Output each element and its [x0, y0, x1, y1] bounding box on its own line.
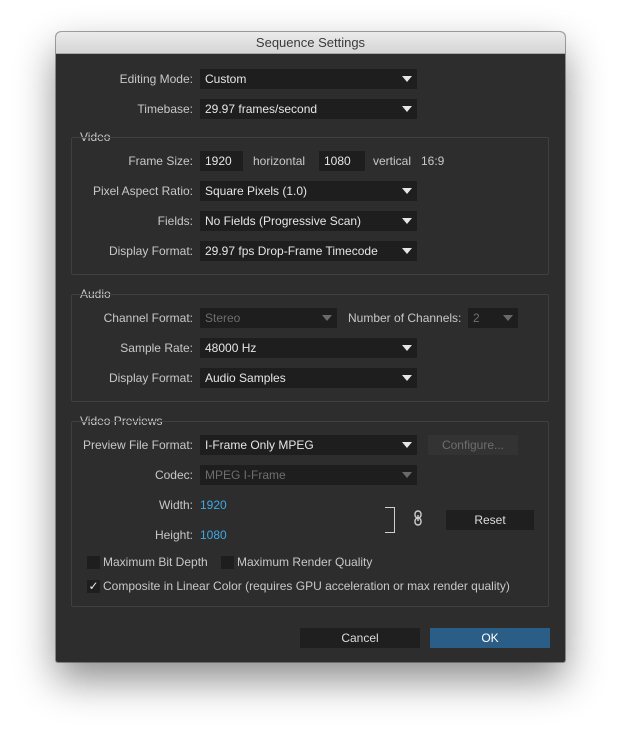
- chevron-down-icon: [402, 76, 412, 82]
- preview-format-dropdown[interactable]: I-Frame Only MPEG: [200, 435, 417, 455]
- fields-label: Fields:: [157, 214, 193, 228]
- chevron-down-icon: [503, 315, 513, 321]
- num-channels-dropdown[interactable]: 2: [468, 308, 518, 328]
- chevron-down-icon: [402, 442, 412, 448]
- chevron-down-icon: [402, 472, 412, 478]
- width-label: Width:: [158, 498, 193, 512]
- frame-height-field[interactable]: 1080: [319, 151, 365, 171]
- chevron-down-icon: [402, 375, 412, 381]
- sequence-settings-dialog: Sequence Settings Editing Mode: Custom T…: [56, 32, 565, 662]
- num-channels-label: Number of Channels:: [348, 311, 462, 325]
- link-icon[interactable]: [412, 510, 424, 526]
- timebase-dropdown[interactable]: 29.97 frames/second: [200, 99, 417, 119]
- num-channels-value: 2: [473, 311, 480, 325]
- checkmark-icon: ✓: [88, 579, 99, 593]
- frame-size-label: Frame Size:: [128, 154, 193, 168]
- editing-mode-label: Editing Mode:: [119, 72, 193, 86]
- height-label: Height:: [154, 528, 193, 542]
- configure-button[interactable]: Configure...: [428, 435, 518, 455]
- video-display-format-value: 29.97 fps Drop-Frame Timecode: [205, 244, 378, 258]
- sample-rate-value: 48000 Hz: [205, 341, 257, 355]
- dialog-title: Sequence Settings: [56, 32, 565, 54]
- aspect-ratio-text: 16:9: [421, 154, 445, 168]
- vertical-label: vertical: [373, 154, 412, 168]
- timebase-label: Timebase:: [137, 102, 193, 116]
- chevron-down-icon: [402, 188, 412, 194]
- reset-button[interactable]: Reset: [446, 510, 534, 530]
- channel-format-value: Stereo: [205, 311, 241, 325]
- horizontal-label: horizontal: [253, 154, 306, 168]
- video-display-format-dropdown[interactable]: 29.97 fps Drop-Frame Timecode: [200, 241, 417, 261]
- pixel-aspect-dropdown[interactable]: Square Pixels (1.0): [200, 181, 417, 201]
- codec-label: Codec:: [154, 468, 193, 482]
- chevron-down-icon: [402, 106, 412, 112]
- linear-color-label: Composite in Linear Color (requires GPU …: [103, 579, 510, 593]
- height-value[interactable]: 1080: [200, 526, 227, 544]
- width-value[interactable]: 1920: [200, 496, 227, 514]
- sample-rate-label: Sample Rate:: [120, 341, 193, 355]
- audio-display-format-label: Display Format:: [108, 371, 193, 385]
- chevron-down-icon: [402, 345, 412, 351]
- chevron-down-icon: [402, 218, 412, 224]
- codec-dropdown[interactable]: MPEG I-Frame: [200, 465, 417, 485]
- fields-dropdown[interactable]: No Fields (Progressive Scan): [200, 211, 417, 231]
- max-bit-depth-label: Maximum Bit Depth: [103, 555, 208, 569]
- preview-format-value: I-Frame Only MPEG: [205, 438, 314, 452]
- ok-button[interactable]: OK: [430, 628, 550, 648]
- video-display-format-label: Display Format:: [108, 244, 193, 258]
- sample-rate-dropdown[interactable]: 48000 Hz: [200, 338, 417, 358]
- frame-width-field[interactable]: 1920: [200, 151, 243, 171]
- codec-value: MPEG I-Frame: [205, 468, 286, 482]
- audio-display-format-dropdown[interactable]: Audio Samples: [200, 368, 417, 388]
- pixel-aspect-value: Square Pixels (1.0): [205, 184, 308, 198]
- chevron-down-icon: [322, 315, 332, 321]
- fields-value: No Fields (Progressive Scan): [205, 214, 362, 228]
- max-render-quality-checkbox[interactable]: [221, 556, 234, 569]
- dimension-link-bracket: [385, 507, 395, 533]
- editing-mode-value: Custom: [205, 72, 247, 86]
- editing-mode-dropdown[interactable]: Custom: [200, 69, 417, 89]
- max-render-quality-label: Maximum Render Quality: [237, 555, 373, 569]
- chevron-down-icon: [402, 248, 412, 254]
- cancel-button[interactable]: Cancel: [300, 628, 420, 648]
- max-bit-depth-checkbox[interactable]: [87, 556, 100, 569]
- pixel-aspect-label: Pixel Aspect Ratio:: [92, 184, 193, 198]
- audio-display-format-value: Audio Samples: [205, 371, 286, 385]
- channel-format-dropdown[interactable]: Stereo: [200, 308, 337, 328]
- timebase-value: 29.97 frames/second: [205, 102, 318, 116]
- preview-format-label: Preview File Format:: [82, 438, 193, 452]
- linear-color-checkbox[interactable]: ✓: [87, 580, 100, 593]
- channel-format-label: Channel Format:: [103, 311, 193, 325]
